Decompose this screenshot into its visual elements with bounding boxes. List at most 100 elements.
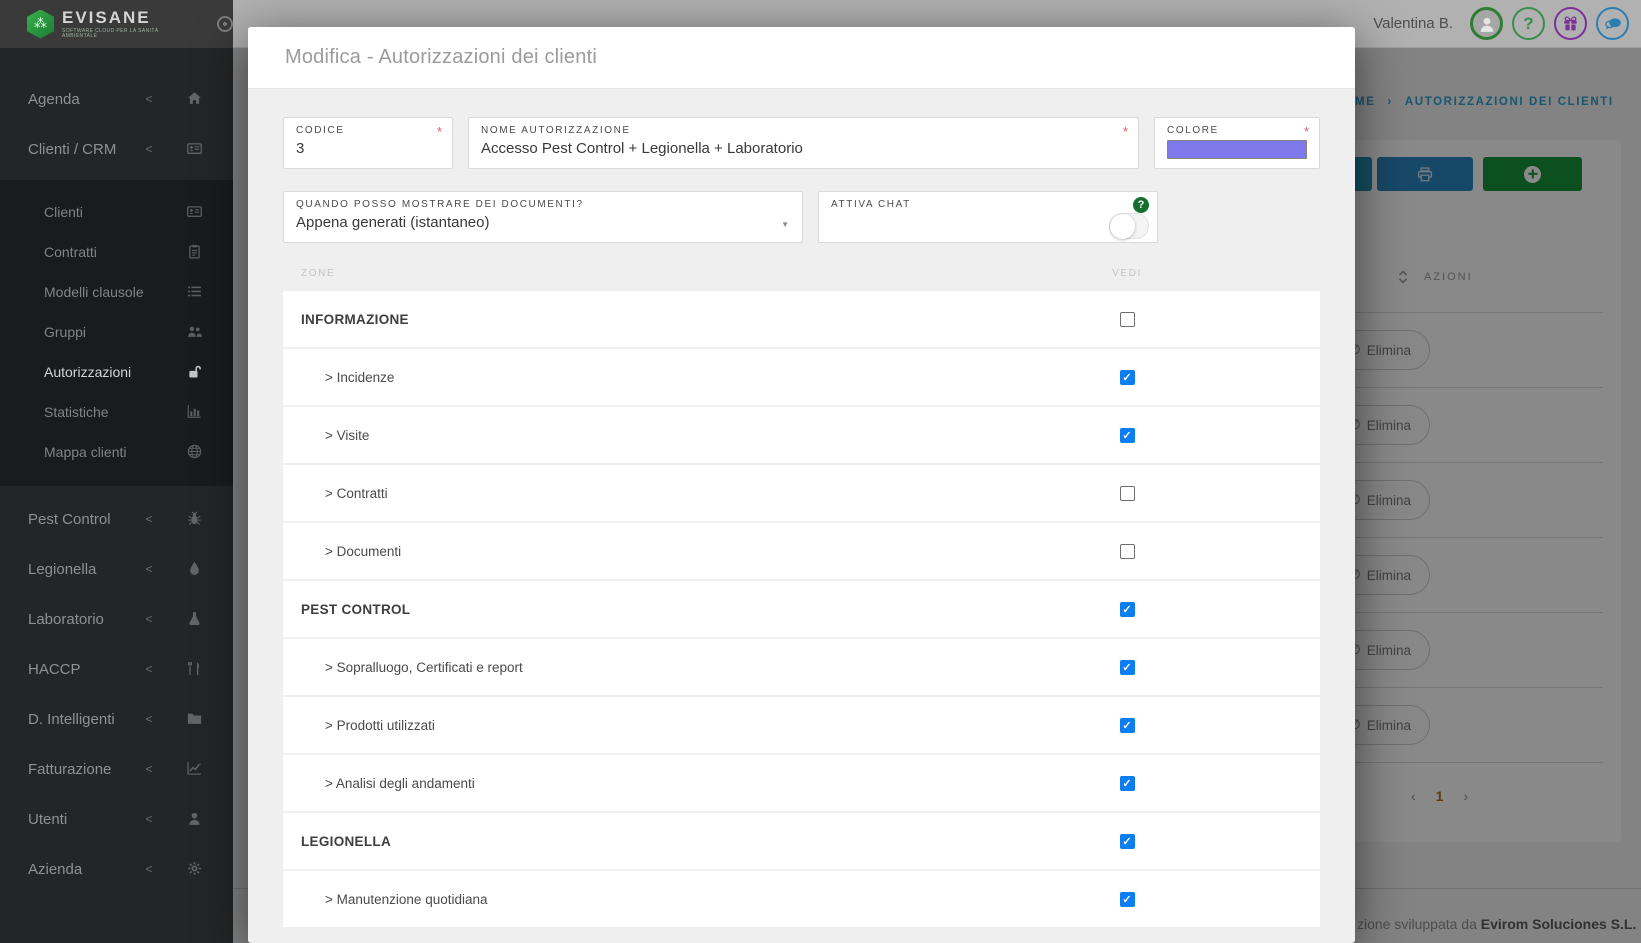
chevron-left-icon: < <box>145 712 153 726</box>
chevron-left-icon: < <box>145 562 153 576</box>
chevron-left-icon: < <box>145 862 153 876</box>
help-icon[interactable]: ? <box>1512 7 1545 40</box>
user-avatar-icon[interactable] <box>1470 7 1503 40</box>
question-badge-icon[interactable]: ? <box>1133 197 1149 213</box>
person-icon <box>1480 17 1493 32</box>
sidebar-item-utenti[interactable]: Utenti < <box>0 794 233 844</box>
vedi-checkbox-unchecked[interactable] <box>1119 311 1135 327</box>
sidebar-item-label: Laboratorio <box>28 610 104 628</box>
sidebar-item-azienda[interactable]: Azienda < <box>0 844 233 894</box>
zone-row: > Visite ✓ <box>283 407 1320 463</box>
zone-row: > Analisi degli andamenti ✓ <box>283 755 1320 811</box>
zone-row-label: INFORMAZIONE <box>301 311 409 327</box>
zone-row: PEST CONTROL ✓ <box>283 581 1320 637</box>
gear-icon <box>169 860 219 878</box>
chart-line-icon <box>169 760 219 778</box>
vedi-checkbox-checked[interactable]: ✓ <box>1119 891 1135 907</box>
vedi-checkbox-unchecked[interactable] <box>1119 485 1135 501</box>
edit-authorization-modal: Modifica - Autorizzazioni dei clienti CO… <box>248 27 1355 943</box>
sidebar-item-label: D. Intelligenti <box>28 710 115 728</box>
globe-icon <box>169 443 219 461</box>
clipboard-icon <box>169 243 219 261</box>
zone-row: > Manutenzione quotidiana ✓ <box>283 871 1320 927</box>
zone-row-label: > Prodotti utilizzati <box>325 717 435 733</box>
sidebar-item-laboratorio[interactable]: Laboratorio < <box>0 594 233 644</box>
sidebar-item-mappa-clienti[interactable]: Mappa clienti <box>0 432 233 472</box>
attiva-chat-label: ATTIVA CHAT <box>831 199 911 210</box>
vedi-checkbox-checked[interactable]: ✓ <box>1119 369 1135 385</box>
zones-table: INFORMAZIONE > Incidenze ✓ > Visite ✓ > Contr… <box>283 291 1320 927</box>
attiva-chat-toggle[interactable] <box>1109 213 1149 239</box>
home-icon <box>169 90 219 108</box>
sidebar-item-label: Modelli clausole <box>44 284 144 300</box>
gift-icon[interactable] <box>1554 7 1587 40</box>
zone-row: > Prodotti utilizzati ✓ <box>283 697 1320 753</box>
sidebar-item-haccp[interactable]: HACCP < <box>0 644 233 694</box>
color-swatch[interactable] <box>1167 140 1307 159</box>
colore-label: COLORE <box>1167 125 1219 136</box>
brand-name: EVISANE <box>62 8 151 27</box>
chevron-left-icon: < <box>145 142 153 156</box>
zone-row-label: > Contratti <box>325 485 388 501</box>
quando-documenti-select[interactable]: QUANDO POSSO MOSTRARE DEI DOCUMENTI? App… <box>283 191 803 243</box>
utensils-icon <box>169 660 219 678</box>
vedi-checkbox-checked[interactable]: ✓ <box>1119 717 1135 733</box>
zone-row-label: > Analisi degli andamenti <box>325 775 475 791</box>
list-icon <box>169 283 219 301</box>
sidebar-item-pest-control[interactable]: Pest Control < <box>0 494 233 544</box>
vedi-checkbox-unchecked[interactable] <box>1119 543 1135 559</box>
user-icon <box>169 810 219 828</box>
sidebar-item-agenda[interactable]: Agenda < <box>0 74 233 124</box>
chevron-left-icon: < <box>145 92 153 106</box>
chat-icon[interactable] <box>1596 7 1629 40</box>
sidebar-item-clienti[interactable]: Clienti <box>0 192 233 232</box>
sidebar-item-label: Azienda <box>28 860 83 878</box>
chevron-left-icon: < <box>145 812 153 826</box>
sidebar-item-label: Clienti / CRM <box>28 140 117 158</box>
sidebar-item-fatturazione[interactable]: Fatturazione < <box>0 744 233 794</box>
nome-value[interactable]: Accesso Pest Control + Legionella + Labo… <box>481 140 1126 157</box>
chevron-left-icon: < <box>145 612 153 626</box>
chevron-left-icon: < <box>145 512 153 526</box>
sidebar-item-modelli-clausole[interactable]: Modelli clausole <box>0 272 233 312</box>
codice-label: CODICE <box>296 125 345 136</box>
nome-autorizzazione-field[interactable]: NOME AUTORIZZAZIONE Accesso Pest Control… <box>468 117 1139 169</box>
sidebar-item-contratti[interactable]: Contratti <box>0 232 233 272</box>
unlock-icon <box>169 363 219 381</box>
sidebar-item-clienti-crm[interactable]: Clienti / CRM < <box>0 124 233 174</box>
sidebar-nav: Agenda < Clienti / CRM < Clienti Contratti Mod… <box>0 48 233 943</box>
vedi-checkbox-checked[interactable]: ✓ <box>1119 833 1135 849</box>
quando-selected-value[interactable]: Appena generati (istantaneo) <box>296 214 790 231</box>
vedi-checkbox-checked[interactable]: ✓ <box>1119 427 1135 443</box>
chevron-down-icon: ▼ <box>781 220 789 229</box>
target-icon[interactable] <box>217 16 233 32</box>
codice-value[interactable]: 3 <box>296 140 440 157</box>
sidebar-item-label: Agenda <box>28 90 80 108</box>
zone-row-label: > Visite <box>325 427 370 443</box>
sidebar-item-label: Gruppi <box>44 324 87 340</box>
bug-icon <box>169 510 219 528</box>
zone-row-label: LEGIONELLA <box>301 833 391 849</box>
sidebar-item-legionella[interactable]: Legionella < <box>0 544 233 594</box>
colore-field[interactable]: COLORE * <box>1154 117 1320 169</box>
required-marker: * <box>436 124 442 139</box>
vedi-checkbox-checked[interactable]: ✓ <box>1119 659 1135 675</box>
sidebar-item-gruppi[interactable]: Gruppi <box>0 312 233 352</box>
sidebar-item-autorizzazioni[interactable]: Autorizzazioni <box>0 352 233 392</box>
sidebar-item-label: Contratti <box>44 244 97 260</box>
user-name: Valentina B. <box>1373 15 1453 32</box>
attiva-chat-field: ATTIVA CHAT ? <box>818 191 1158 243</box>
sidebar-item-label: Autorizzazioni <box>44 364 132 380</box>
zone-row-label: > Manutenzione quotidiana <box>325 891 488 907</box>
codice-field[interactable]: CODICE 3 * <box>283 117 453 169</box>
zones-table-header: ZONE VEDI <box>283 255 1320 291</box>
sidebar-item-label: HACCP <box>28 660 81 678</box>
sidebar-item-statistiche[interactable]: Statistiche <box>0 392 233 432</box>
folder-icon <box>169 710 219 728</box>
vedi-checkbox-checked[interactable]: ✓ <box>1119 775 1135 791</box>
sidebar-item-d-intelligenti[interactable]: D. Intelligenti < <box>0 694 233 744</box>
quando-label: QUANDO POSSO MOSTRARE DEI DOCUMENTI? <box>296 199 584 210</box>
vedi-checkbox-checked[interactable]: ✓ <box>1119 601 1135 617</box>
bar-chart-icon <box>169 403 219 421</box>
sidebar-item-label: Pest Control <box>28 510 111 528</box>
